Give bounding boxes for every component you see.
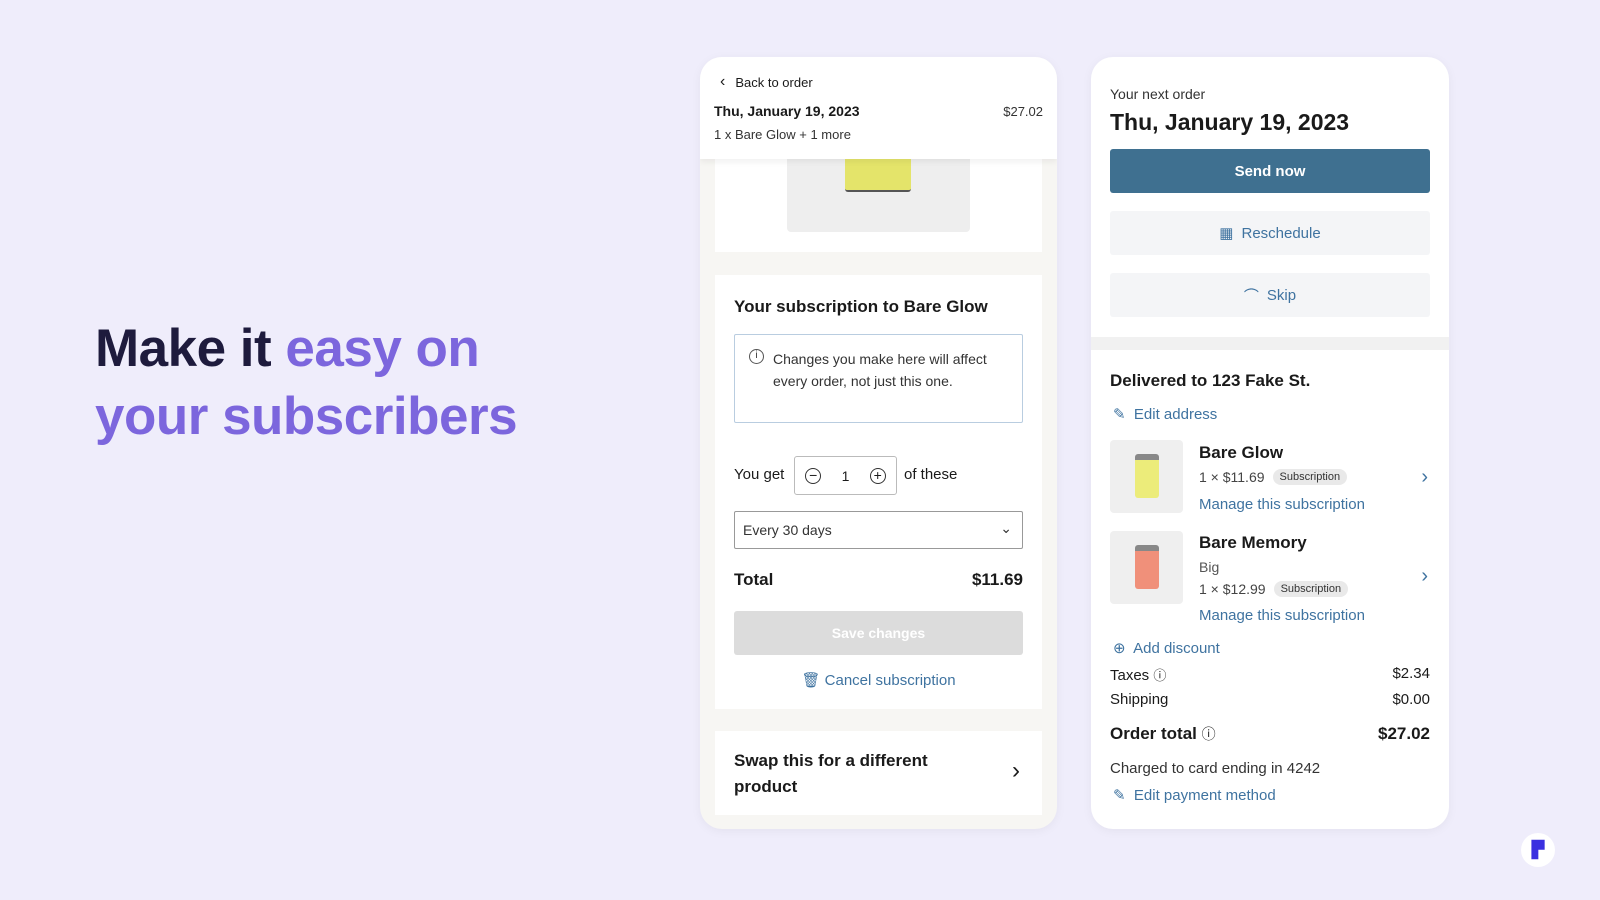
next-order-panel: Your next order Thu, January 19, 2023 Se… bbox=[1091, 57, 1449, 829]
product-thumbnail bbox=[1110, 531, 1183, 604]
product-image bbox=[787, 147, 970, 232]
item-variant: Big bbox=[1199, 559, 1220, 575]
edit-payment-label: Edit payment method bbox=[1133, 787, 1276, 804]
order-total-text: Order total bbox=[1110, 724, 1197, 743]
product-image-section bbox=[715, 147, 1042, 252]
plus-icon[interactable]: + bbox=[869, 467, 886, 484]
shipping-value: $0.00 bbox=[1392, 691, 1430, 708]
quantity-stepper[interactable]: − 1 + bbox=[794, 456, 897, 495]
swap-product-row[interactable]: Swap this for a different product › bbox=[715, 731, 1042, 815]
add-discount-label: Add discount bbox=[1133, 640, 1220, 657]
info-icon: i bbox=[749, 349, 764, 364]
shipping-label: Shipping bbox=[1110, 691, 1169, 708]
chevron-down-icon: ⌄ bbox=[1000, 520, 1012, 536]
pencil-icon: ✎ bbox=[1113, 406, 1126, 423]
back-label: Back to order bbox=[735, 74, 813, 90]
add-discount-link[interactable]: ⊕ Add discount bbox=[1113, 639, 1220, 657]
trash-icon: 🗑 bbox=[801, 672, 821, 689]
next-order-date: Thu, January 19, 2023 bbox=[1110, 109, 1350, 135]
frequency-value: Every 30 days bbox=[743, 522, 832, 538]
item-name: Bare Memory bbox=[1199, 533, 1307, 552]
send-now-button[interactable]: Send now bbox=[1110, 149, 1430, 193]
skip-arc-icon: ⌒ bbox=[1243, 287, 1259, 305]
of-these-label: of these bbox=[904, 466, 958, 483]
order-total-label: Order total ⓘ bbox=[1110, 724, 1216, 744]
next-order-label: Your next order bbox=[1110, 86, 1206, 102]
reschedule-button[interactable]: ▦ Reschedule bbox=[1110, 211, 1430, 255]
subscription-section: Your subscription to Bare Glow i Changes… bbox=[715, 275, 1042, 709]
total-label: Total bbox=[734, 570, 774, 589]
skip-label: Skip bbox=[1266, 286, 1297, 304]
order-summary: 1 x Bare Glow + 1 more bbox=[714, 127, 851, 142]
cancel-label: Cancel subscription bbox=[824, 672, 956, 689]
calendar-icon: ▦ bbox=[1219, 225, 1234, 242]
chevron-left-icon: ‹ bbox=[720, 73, 726, 90]
subscription-badge: Subscription bbox=[1272, 469, 1348, 485]
you-get-label: You get bbox=[734, 466, 785, 483]
info-icon[interactable]: ⓘ bbox=[1153, 668, 1166, 683]
chevron-right-icon: › bbox=[1012, 757, 1020, 784]
card-info: Charged to card ending in 4242 bbox=[1110, 760, 1321, 777]
delivery-address: Delivered to 123 Fake St. bbox=[1110, 371, 1311, 390]
edit-address-label: Edit address bbox=[1133, 406, 1218, 423]
plus-circle-icon: ⊕ bbox=[1113, 640, 1126, 657]
skip-button[interactable]: ⌒ Skip bbox=[1110, 273, 1430, 317]
taxes-text: Taxes bbox=[1110, 667, 1150, 684]
product-thumbnail bbox=[1110, 440, 1183, 513]
edit-address-link[interactable]: ✎ Edit address bbox=[1113, 405, 1217, 423]
notice-text: Changes you make here will affect every … bbox=[773, 351, 987, 389]
order-date: Thu, January 19, 2023 bbox=[714, 103, 860, 119]
edit-payment-link[interactable]: ✎ Edit payment method bbox=[1113, 786, 1276, 804]
item-name: Bare Glow bbox=[1199, 443, 1284, 462]
chevron-right-icon[interactable]: › bbox=[1421, 466, 1428, 489]
total-value: $11.69 bbox=[971, 570, 1023, 589]
divider bbox=[1091, 337, 1449, 350]
item-price: 1 × $11.69 bbox=[1199, 469, 1265, 485]
save-changes-button[interactable]: Save changes bbox=[734, 611, 1023, 655]
frequency-select[interactable]: Every 30 days ⌄ bbox=[734, 511, 1023, 549]
subscription-badge: Subscription bbox=[1273, 581, 1349, 597]
info-icon[interactable]: ⓘ bbox=[1202, 726, 1216, 742]
quantity-value: 1 bbox=[841, 467, 850, 484]
order-total-value: $27.02 bbox=[1378, 724, 1430, 743]
line-item: Bare Memory Big 1 × $12.99 Subscription M… bbox=[1110, 531, 1430, 631]
taxes-value: $2.34 bbox=[1392, 665, 1430, 682]
taxes-label: Taxes ⓘ bbox=[1110, 665, 1166, 684]
subscription-edit-panel: ‹ Back to order Thu, January 19, 2023 $2… bbox=[700, 57, 1057, 829]
hero-text-accent: easy on bbox=[285, 319, 480, 378]
chevron-right-icon[interactable]: › bbox=[1421, 565, 1428, 588]
hero-heading: Make it easy on your subscribers bbox=[95, 315, 518, 451]
pencil-icon: ✎ bbox=[1113, 787, 1126, 804]
back-to-order-link[interactable]: ‹ Back to order bbox=[720, 73, 813, 91]
swap-label: Swap this for a different product bbox=[734, 751, 928, 796]
subscription-title: Your subscription to Bare Glow bbox=[734, 297, 988, 316]
cancel-subscription-link[interactable]: 🗑 Cancel subscription bbox=[715, 671, 1042, 689]
minus-icon[interactable]: − bbox=[805, 467, 822, 484]
hero-text-dark: Make it bbox=[95, 319, 272, 378]
reschedule-label: Reschedule bbox=[1241, 224, 1321, 242]
order-price: $27.02 bbox=[1003, 104, 1043, 119]
brand-logo-icon[interactable]: ▛ bbox=[1521, 833, 1555, 867]
manage-subscription-link[interactable]: Manage this subscription bbox=[1199, 607, 1365, 624]
manage-subscription-link[interactable]: Manage this subscription bbox=[1199, 496, 1365, 513]
line-item: Bare Glow 1 × $11.69 Subscription Manage … bbox=[1110, 440, 1430, 530]
hero-text-accent-2: your subscribers bbox=[95, 387, 518, 446]
item-price: 1 × $12.99 bbox=[1199, 581, 1266, 597]
order-header: ‹ Back to order Thu, January 19, 2023 $2… bbox=[700, 57, 1057, 159]
notice-box: i Changes you make here will affect ever… bbox=[734, 334, 1023, 423]
